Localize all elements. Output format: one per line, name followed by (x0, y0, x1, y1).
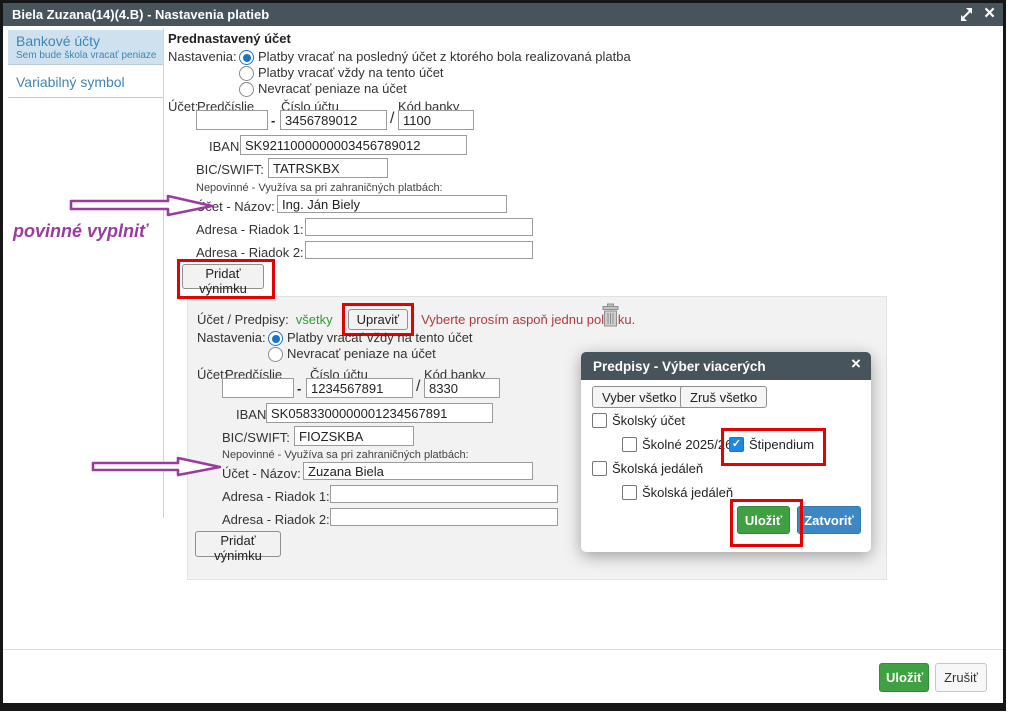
address2-input[interactable] (305, 241, 533, 259)
radio-label[interactable]: Platby vracať vždy na tento účet (287, 330, 473, 345)
slash-separator: / (390, 110, 394, 128)
exc-iban-input[interactable] (266, 403, 493, 423)
radio-return-last-account[interactable] (239, 50, 254, 65)
checkbox-label[interactable]: Štipendium (749, 437, 814, 452)
address2-label: Adresa - Riadok 2: (222, 512, 330, 527)
bic-input[interactable] (268, 158, 388, 178)
sidebar-item-sublabel: Sem bude škola vracať peniaze (16, 50, 157, 61)
account-number-input[interactable] (280, 110, 387, 130)
prefix-input[interactable] (196, 110, 268, 130)
optional-note: Nepovinné - Využíva sa pri zahraničných … (196, 182, 443, 194)
trash-icon[interactable] (600, 303, 621, 334)
exc-add-exception-button[interactable]: Pridať výnimku (195, 531, 281, 557)
address2-label: Adresa - Riadok 2: (196, 245, 304, 260)
close-icon[interactable]: × (984, 3, 995, 25)
slash-separator: / (416, 378, 420, 396)
exc-bic-input[interactable] (294, 426, 414, 446)
dialog-title: Biela Zuzana(14)(4.B) - Nastavenia plati… (12, 7, 269, 22)
address1-label: Adresa - Riadok 1: (222, 489, 330, 504)
sidebar-divider (8, 97, 163, 98)
checkbox-stipendium[interactable] (729, 437, 744, 452)
address1-input[interactable] (305, 218, 533, 236)
resize-icon[interactable] (959, 7, 974, 27)
bic-label: BIC/SWIFT: (196, 162, 264, 177)
radio-label[interactable]: Platby vracať na posledný účet z ktorého… (258, 49, 631, 64)
sidebar-divider (8, 64, 163, 65)
radio-exc-no-return[interactable] (268, 347, 283, 362)
iban-label: IBAN: (236, 407, 270, 422)
popup-close-icon[interactable]: × (851, 354, 861, 374)
select-all-button[interactable]: Vyber všetko (592, 386, 687, 408)
radio-no-return[interactable] (239, 82, 254, 97)
dash-separator: - (297, 381, 301, 396)
account-name-input[interactable] (277, 195, 507, 213)
exc-account-name-input[interactable] (303, 462, 533, 480)
footer-save-button[interactable]: Uložiť (879, 663, 929, 692)
radio-return-this-account[interactable] (239, 66, 254, 81)
sidebar-content-divider (163, 28, 164, 518)
annotation-arrow-exception-name (90, 455, 224, 484)
optional-note: Nepovinné - Využíva sa pri zahraničných … (222, 449, 469, 461)
add-exception-button[interactable]: Pridať výnimku (182, 264, 264, 289)
account-label: Účet: (168, 99, 198, 114)
annotation-arrow-account-name (68, 193, 216, 224)
dash-separator: - (271, 113, 275, 128)
iban-input[interactable] (240, 135, 467, 155)
sidebar-item-label[interactable]: Bankové účty (16, 33, 100, 49)
bic-label: BIC/SWIFT: (222, 430, 290, 445)
settings-label: Nastavenia: (168, 49, 237, 64)
checkbox-skolska-jedalen-1[interactable] (592, 461, 607, 476)
footer-divider (3, 649, 1003, 650)
settings-label: Nastavenia: (197, 330, 266, 345)
radio-label[interactable]: Platby vracať vždy na tento účet (258, 65, 444, 80)
popup-title: Predpisy - Výber viacerých (593, 359, 766, 374)
exc-address2-input[interactable] (330, 508, 558, 526)
bank-code-input[interactable] (398, 110, 474, 130)
section-heading: Prednastavený účet (168, 31, 291, 46)
checkbox-skolska-jedalen-2[interactable] (622, 485, 637, 500)
checkbox-label[interactable]: Školský účet (612, 413, 685, 428)
radio-label[interactable]: Nevracať peniaze na účet (287, 346, 436, 361)
checkbox-skolne[interactable] (622, 437, 637, 452)
popup-save-button[interactable]: Uložiť (737, 506, 790, 534)
iban-label: IBAN: (209, 139, 243, 154)
radio-label[interactable]: Nevracať peniaze na účet (258, 81, 407, 96)
exc-account-name-label: Účet - Názov: (222, 466, 301, 481)
edit-predpisy-button[interactable]: Upraviť (348, 309, 408, 330)
exc-bank-code-input[interactable] (424, 378, 500, 398)
checkbox-skolsky-ucet[interactable] (592, 413, 607, 428)
checkbox-label[interactable]: Školská jedáleň (612, 461, 703, 476)
popup-close-button[interactable]: Zatvoriť (797, 506, 861, 534)
deselect-all-button[interactable]: Zruš všetko (680, 386, 767, 408)
checkbox-label[interactable]: Školská jedáleň (642, 485, 733, 500)
checkbox-label[interactable]: Školné 2025/26 (642, 437, 732, 452)
exc-prefix-input[interactable] (222, 378, 294, 398)
annotation-required-note: povinné vyplniť (13, 221, 148, 242)
exc-account-number-input[interactable] (306, 378, 413, 398)
predpisy-label: Účet / Predpisy: (197, 312, 289, 327)
predpisy-value: všetky (296, 312, 333, 327)
exc-address1-input[interactable] (330, 485, 558, 503)
address1-label: Adresa - Riadok 1: (196, 222, 304, 237)
sidebar-item-variable-symbol[interactable]: Variabilný symbol (16, 74, 125, 90)
footer-cancel-button[interactable]: Zrušiť (935, 663, 987, 692)
radio-exc-return-this-account[interactable] (268, 331, 283, 346)
